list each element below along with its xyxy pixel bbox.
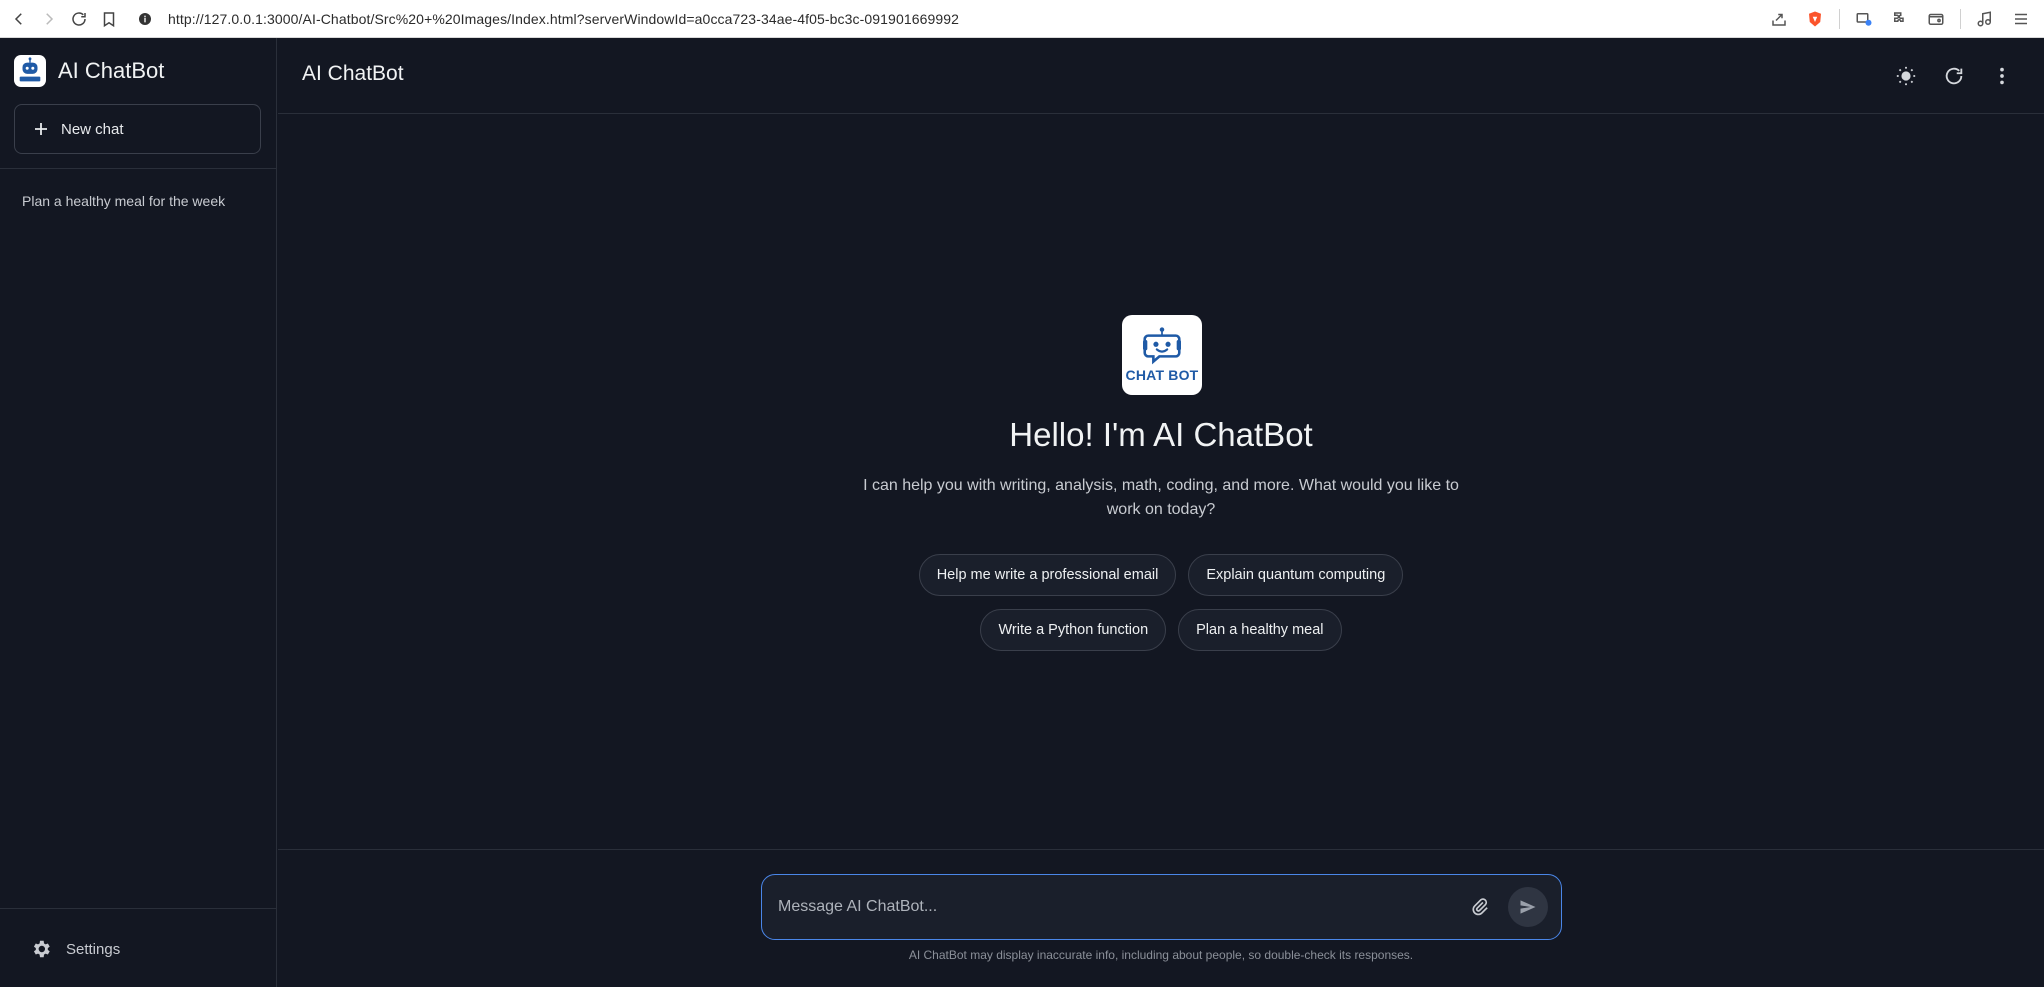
new-chat-button[interactable]: New chat xyxy=(14,104,261,154)
suggestion-row: Help me write a professional email Expla… xyxy=(278,554,2044,596)
gear-icon xyxy=(33,940,50,958)
welcome-title: Hello! I'm AI ChatBot xyxy=(1009,416,1313,453)
menu-icon[interactable] xyxy=(2006,4,2036,34)
main-panel: AI ChatBot CHAT BOT Hello! I'm AI ChatBo… xyxy=(278,38,2044,987)
media-icon[interactable] xyxy=(1970,4,2000,34)
reload-icon[interactable] xyxy=(64,4,94,34)
logo-text: CHAT BOT xyxy=(1125,367,1199,383)
message-composer xyxy=(761,874,1562,940)
send-icon xyxy=(1520,900,1536,914)
top-bar: AI ChatBot xyxy=(278,38,2044,114)
share-icon[interactable] xyxy=(1764,4,1794,34)
toolbar-separator xyxy=(1839,9,1840,29)
wallet-icon[interactable] xyxy=(1921,4,1951,34)
brand-title: AI ChatBot xyxy=(58,58,165,83)
suggestion-chip[interactable]: Plan a healthy meal xyxy=(1178,609,1342,651)
sidebar-divider xyxy=(0,908,277,909)
settings-label: Settings xyxy=(66,940,121,958)
sidebar: AI ChatBot New chat Plan a healthy meal … xyxy=(0,38,277,987)
suggestion-chip[interactable]: Explain quantum computing xyxy=(1188,554,1404,596)
tab-manager-icon[interactable] xyxy=(1849,4,1879,34)
attach-button[interactable] xyxy=(1466,893,1494,921)
message-input[interactable] xyxy=(762,898,1466,916)
extensions-icon[interactable] xyxy=(1885,4,1915,34)
toolbar-separator xyxy=(1960,9,1961,29)
plus-icon xyxy=(35,123,47,135)
brave-shield-icon[interactable] xyxy=(1800,4,1830,34)
address-bar[interactable]: http://127.0.0.1:3000/AI-Chatbot/Src%20+… xyxy=(134,5,1834,33)
new-chat-label: New chat xyxy=(61,120,124,138)
robot-icon xyxy=(1143,327,1181,365)
send-button[interactable] xyxy=(1508,887,1548,927)
forward-icon[interactable] xyxy=(34,4,64,34)
more-vertical-icon xyxy=(2000,67,2004,85)
chatbot-logo-icon xyxy=(14,55,46,87)
brand[interactable]: AI ChatBot xyxy=(14,55,164,87)
bookmark-icon[interactable] xyxy=(94,4,124,34)
refresh-icon xyxy=(1945,67,1963,85)
sidebar-divider xyxy=(0,168,277,169)
url-text[interactable]: http://127.0.0.1:3000/AI-Chatbot/Src%20+… xyxy=(168,11,959,27)
page-title: AI ChatBot xyxy=(302,62,404,85)
suggestion-row: Write a Python function Plan a healthy m… xyxy=(278,609,2044,651)
suggestion-chips: Help me write a professional email Expla… xyxy=(278,554,2044,664)
history-item[interactable]: Plan a healthy meal for the week xyxy=(22,193,225,209)
suggestion-chip[interactable]: Write a Python function xyxy=(980,609,1167,651)
theme-toggle-button[interactable] xyxy=(1888,58,1924,94)
back-icon[interactable] xyxy=(4,4,34,34)
more-options-button[interactable] xyxy=(1984,58,2020,94)
browser-toolbar: http://127.0.0.1:3000/AI-Chatbot/Src%20+… xyxy=(0,0,2044,38)
welcome-subtitle: I can help you with writing, analysis, m… xyxy=(863,477,1459,518)
composer-divider xyxy=(278,849,2044,850)
disclaimer-text: AI ChatBot may display inaccurate info, … xyxy=(908,948,1414,962)
paperclip-icon xyxy=(1472,898,1488,916)
suggestion-chip[interactable]: Help me write a professional email xyxy=(918,554,1177,596)
refresh-button[interactable] xyxy=(1936,58,1972,94)
sun-icon xyxy=(1896,66,1916,86)
site-info-icon[interactable] xyxy=(134,8,156,30)
browser-actions xyxy=(1761,0,2044,38)
top-actions xyxy=(1876,58,2020,94)
settings-button[interactable]: Settings xyxy=(30,938,120,960)
hero-chatbot-logo: CHAT BOT xyxy=(1122,315,1202,395)
